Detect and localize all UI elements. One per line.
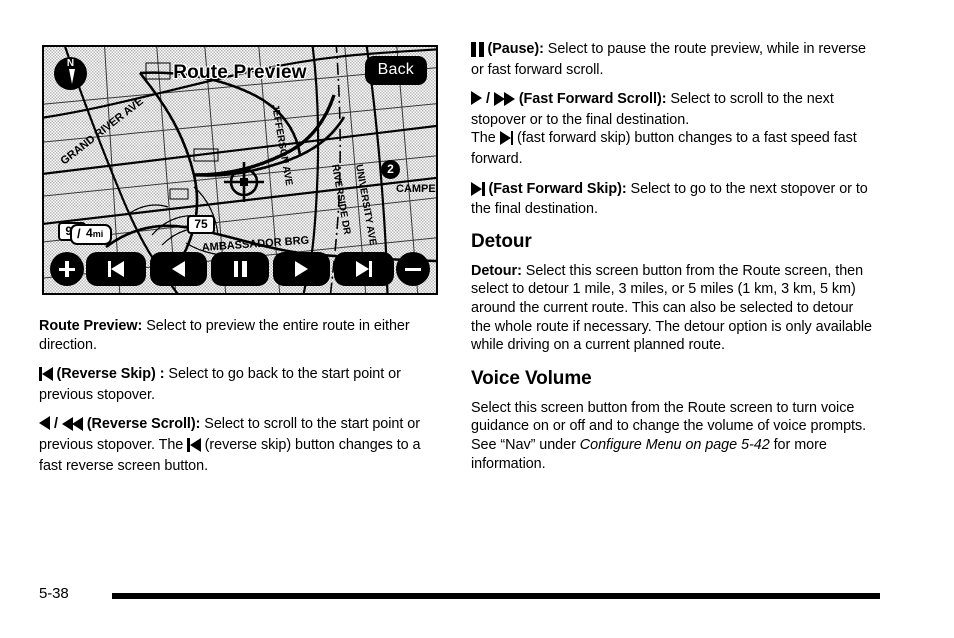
term-fast-forward-scroll: (Fast Forward Scroll): — [518, 91, 667, 108]
heading-detour: Detour — [471, 230, 532, 252]
zoom-in-button[interactable] — [50, 252, 84, 286]
term-detour: Detour — [471, 262, 518, 279]
ff-scroll-slash: / — [485, 91, 490, 108]
reverse-skip-icon — [39, 367, 53, 386]
skip-back-icon — [108, 261, 125, 277]
manual-page: GRAND RIVER AVE JEFFERSON AVE RIVERSIDE … — [0, 0, 954, 638]
reverse-skip-inline-icon — [187, 437, 201, 457]
fast-forward-scroll-button[interactable] — [272, 252, 330, 286]
term-reverse-scroll: (Reverse Scroll): — [86, 416, 201, 433]
pause-inline-icon — [471, 42, 484, 61]
heading-voice-volume: Voice Volume — [471, 367, 592, 389]
back-button[interactable]: Back — [364, 56, 427, 85]
text-ff-after-icon: (fast forward skip) button changes to a … — [471, 130, 857, 167]
play-icon — [294, 261, 308, 277]
compass-north-label: N — [66, 58, 75, 69]
paragraph-fast-forward-scroll: / (Fast Forward Scroll): Select to scrol… — [471, 90, 875, 168]
term-fast-forward-skip: (Fast Forward Skip): — [488, 180, 627, 197]
right-text-column: (Pause): Select to pause the route previ… — [471, 40, 875, 484]
waypoint-marker-2: 2 — [381, 160, 400, 179]
paragraph-detour: Detour: Select this screen button from t… — [471, 262, 875, 355]
zoom-out-button[interactable] — [396, 252, 431, 286]
navigation-screen-figure: GRAND RIVER AVE JEFFERSON AVE RIVERSIDE … — [42, 45, 438, 295]
minus-icon — [405, 261, 422, 277]
footer-rule — [112, 593, 880, 599]
reverse-scroll-button[interactable] — [150, 252, 208, 286]
play-back-icon — [172, 261, 186, 277]
svg-text:CAMPE: CAMPE — [396, 183, 436, 195]
text-ff-the: The — [471, 130, 500, 147]
paragraph-reverse-scroll: / (Reverse Scroll): Select to scroll to … — [39, 415, 441, 475]
map-scale-indicator: / 4mi — [70, 224, 113, 245]
scale-unit: mi — [92, 229, 104, 239]
navigation-screen-canvas: GRAND RIVER AVE JEFFERSON AVE RIVERSIDE … — [44, 47, 436, 293]
paragraph-route-preview: Route Preview: Select to preview the ent… — [39, 317, 441, 354]
paragraph-voice-volume: Select this screen button from the Route… — [471, 399, 875, 473]
compass-icon: N — [54, 57, 87, 90]
scale-slash: / — [77, 226, 81, 241]
fast-forward-skip-inline-icon — [499, 131, 514, 150]
playback-control-bar — [50, 251, 431, 287]
route-shield-75: 75 — [187, 215, 215, 234]
fast-forward-inline-icon — [493, 92, 515, 111]
reverse-scroll-icon — [39, 416, 50, 431]
scale-value: 4 — [86, 226, 93, 240]
pause-button[interactable] — [211, 252, 269, 286]
fast-forward-skip-icon — [471, 181, 485, 201]
page-number: 5-38 — [39, 585, 69, 602]
plus-icon — [59, 261, 75, 277]
fast-forward-skip-button[interactable] — [333, 252, 395, 286]
reverse-scroll-slash: / — [53, 416, 58, 433]
left-text-column: Route Preview: Select to preview the ent… — [39, 317, 441, 486]
paragraph-fast-forward-skip: (Fast Forward Skip): Select to go to the… — [471, 180, 875, 219]
reverse-skip-button[interactable] — [86, 252, 147, 286]
paragraph-pause: (Pause): Select to pause the route previ… — [471, 40, 875, 79]
compass-needle-icon — [69, 69, 75, 84]
play-inline-icon — [471, 91, 482, 106]
pause-icon — [233, 261, 247, 277]
paragraph-reverse-skip: (Reverse Skip) : Select to go back to th… — [39, 365, 441, 404]
term-route-preview: Route Preview — [39, 318, 138, 334]
term-pause: (Pause): — [487, 41, 544, 57]
skip-forward-icon — [355, 261, 372, 277]
fast-reverse-icon — [61, 417, 83, 436]
cross-reference-link[interactable]: Configure Menu on page 5-42 — [580, 437, 770, 453]
page-footer: 5-38 — [0, 584, 954, 604]
text-detour: Select this screen button from the Route… — [471, 262, 872, 354]
term-reverse-skip: (Reverse Skip) — [56, 366, 156, 383]
